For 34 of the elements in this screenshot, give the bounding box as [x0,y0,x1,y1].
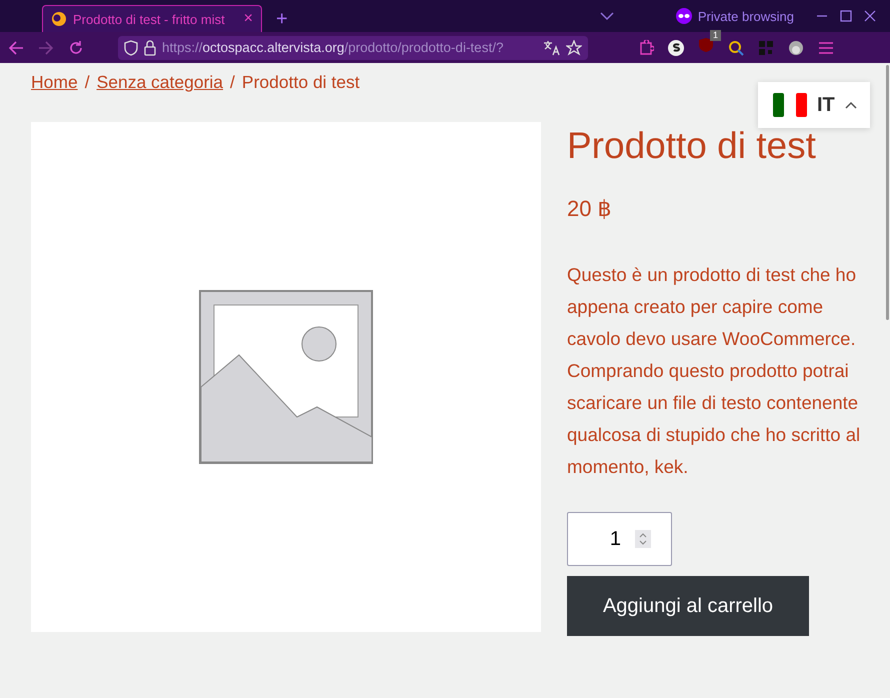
image-placeholder-icon [196,287,376,467]
close-window-icon[interactable] [864,10,876,22]
private-browsing-label: Private browsing [698,8,794,24]
breadcrumb-link[interactable]: Senza categoria [96,72,224,93]
badge-count: 1 [710,30,721,41]
lock-icon[interactable] [143,40,157,56]
new-tab-button[interactable]: + [276,9,288,29]
puzzle-icon[interactable] [638,40,654,56]
reload-icon[interactable] [68,40,84,56]
breadcrumb-current: Prodotto di test [242,72,360,93]
address-bar[interactable]: https://octospacc.altervista.org/prodotto/prodotto-di-test/? [118,36,588,60]
product-price: 20 ฿ [567,196,613,222]
language-switcher[interactable]: IT [758,82,870,128]
url-text: https://octospacc.altervista.org/prodotto/prodotto-di-test/? [162,40,504,55]
letter-s-icon[interactable] [668,40,684,56]
breadcrumb-link[interactable]: Home [31,72,78,93]
quantity-field[interactable]: 1 [567,512,672,566]
browser-tab[interactable]: Prodotto di test - fritto mist × [42,5,262,32]
back-icon[interactable] [8,40,24,56]
translate-icon[interactable] [543,40,561,56]
menu-icon[interactable] [818,40,834,54]
chevron-down-icon[interactable] [600,11,614,21]
mask-icon[interactable] [676,8,692,24]
search-icon[interactable] [728,40,744,56]
breadcrumb-separator: / [230,72,235,93]
breadcrumb-separator: / [84,72,90,93]
product-description: Questo è un prodotto di test che ho appena creato per capire come cavolo devo usare WooCommerce. Comprando questo prodotto potrai scaricare un file di testo contenente qualcosa di stupido che ho scritto al momento, kek. [567,263,862,479]
maximize-icon[interactable] [840,10,852,22]
spinner-icon[interactable] [635,530,651,548]
italy-flag-icon [773,93,807,117]
close-tab-button[interactable]: × [244,10,253,28]
add-to-cart-button[interactable]: Aggiungi al carrello [567,576,809,636]
shield-icon[interactable] [124,40,138,56]
star-icon[interactable] [566,40,582,56]
